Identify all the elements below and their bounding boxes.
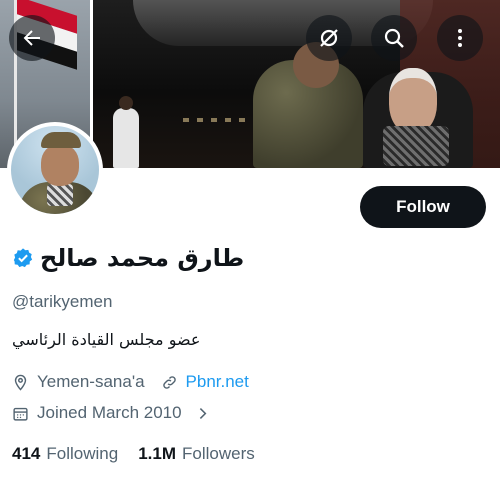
location-pin-icon	[14, 374, 27, 391]
user-handle: @tarikyemen	[12, 292, 113, 311]
following-label: Following	[46, 444, 119, 463]
website-link[interactable]: Pbnr.net	[186, 372, 249, 392]
search-icon	[384, 28, 404, 48]
following-count: 414	[12, 444, 41, 463]
profile-avatar[interactable]	[7, 122, 103, 218]
follow-button[interactable]: Follow	[360, 186, 486, 228]
display-name: طارق محمد صالح	[40, 244, 245, 272]
profile-meta-row: Yemen-sana'a Pbnr.net	[12, 370, 265, 394]
chevron-right-icon	[199, 407, 207, 419]
banner-main-photo	[93, 0, 500, 168]
more-vertical-icon	[458, 29, 462, 47]
more-button[interactable]	[437, 15, 483, 61]
location-item: Yemen-sana'a	[12, 372, 145, 392]
followers-count: 1.1M	[138, 444, 176, 463]
back-button[interactable]	[9, 15, 55, 61]
location-text: Yemen-sana'a	[37, 372, 145, 391]
calendar-icon	[13, 407, 28, 421]
grok-button[interactable]	[306, 15, 352, 61]
grok-swirl-icon	[320, 29, 338, 47]
follow-stats: 414 Following 1.1M Followers	[12, 442, 275, 466]
arrow-left-icon	[23, 30, 40, 46]
followers-stat[interactable]: 1.1M Followers	[138, 444, 255, 464]
search-button[interactable]	[371, 15, 417, 61]
verified-badge-icon[interactable]	[12, 247, 34, 269]
joined-text: Joined March 2010	[37, 403, 182, 422]
website-item[interactable]: Pbnr.net	[161, 372, 249, 392]
joined-row[interactable]: Joined March 2010	[12, 401, 219, 425]
following-stat[interactable]: 414 Following	[12, 444, 118, 464]
profile-bio: عضو مجلس القيادة الرئاسي	[12, 330, 201, 349]
followers-label: Followers	[181, 444, 255, 463]
link-icon	[162, 375, 176, 389]
name-row: طارق محمد صالح	[12, 241, 244, 275]
